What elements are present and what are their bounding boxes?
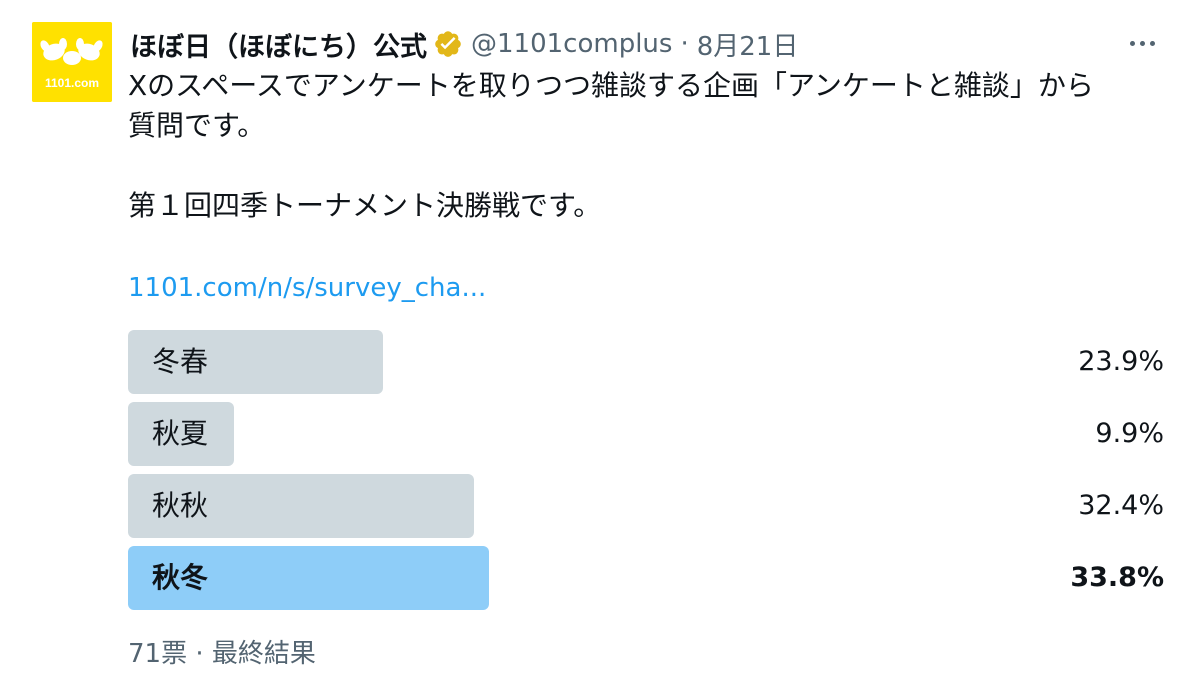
more-dot	[1129, 40, 1135, 46]
poll-option-label: 秋夏	[152, 417, 209, 450]
tweet-text: Xのスペースでアンケートを取りつつ雑談する企画「アンケートと雑談」から 質問です…	[128, 66, 1168, 226]
poll-option-percent: 32.4%	[1078, 490, 1164, 521]
tweet-link[interactable]: 1101.com/n/s/survey_cha...	[128, 268, 486, 308]
tweet-header: ほぼ日（ほぼにち）公式 @1101complus · 8月21日	[130, 25, 1160, 64]
poll: 冬春 23.9% 秋夏 9.9% 秋秋 32.4% 秋冬 33.8%	[128, 330, 1164, 618]
tweet: 1101.com ほぼ日（ほぼにち）公式 @1101complus · 8月21…	[0, 0, 1200, 690]
more-dot	[1139, 40, 1145, 46]
tweet-timestamp[interactable]: 8月21日	[697, 26, 799, 63]
tweet-text-line: 質問です。	[128, 109, 266, 142]
poll-footer: 71票 · 最終結果	[128, 639, 316, 669]
verified-badge-icon[interactable]	[433, 29, 463, 59]
poll-option: 秋秋 32.4%	[128, 474, 1164, 538]
hobonichi-logo-icon	[32, 22, 112, 102]
poll-option-label: 秋冬	[152, 561, 209, 594]
tweet-text-line: 第１回四季トーナメント決勝戦です。	[128, 189, 602, 222]
tweet-text-line: Xのスペースでアンケートを取りつつ雑談する企画「アンケートと雑談」から	[128, 69, 1094, 102]
poll-option: 秋冬 33.8%	[128, 546, 1164, 610]
avatar[interactable]: 1101.com	[32, 22, 112, 102]
poll-option-label: 秋秋	[152, 489, 209, 522]
more-options-icon[interactable]	[1124, 28, 1160, 58]
more-dot	[1149, 40, 1155, 46]
poll-option-percent: 23.9%	[1078, 346, 1164, 377]
poll-option: 冬春 23.9%	[128, 330, 1164, 394]
display-name[interactable]: ほぼ日（ほぼにち）公式	[130, 25, 427, 64]
avatar-logo-text: 1101.com	[44, 76, 100, 90]
poll-option-percent: 9.9%	[1095, 418, 1164, 449]
poll-option: 秋夏 9.9%	[128, 402, 1164, 466]
user-handle[interactable]: @1101complus	[471, 29, 672, 59]
poll-option-percent: 33.8%	[1070, 562, 1164, 593]
poll-option-label: 冬春	[152, 345, 209, 378]
header-separator: ·	[680, 29, 689, 59]
